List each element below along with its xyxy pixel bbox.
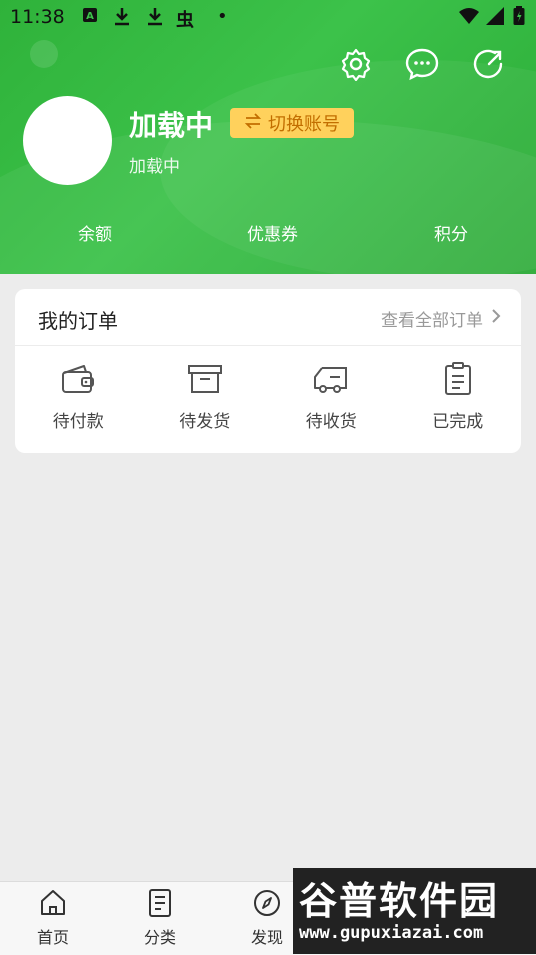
chevron-right-icon [491,308,501,329]
order-pending-payment[interactable]: 待付款 [15,359,142,439]
dot-icon: • [217,6,228,27]
order-status-list: 待付款 待发货 待收货 已完成 [15,359,521,439]
status-bar: 11:38 A 虫 • [0,0,536,36]
wifi-icon [458,6,480,31]
download-icon [146,6,164,31]
settings-icon[interactable] [338,46,374,82]
switch-account-label: 切换账号 [268,114,340,135]
nav-category[interactable]: 分类 [130,888,190,948]
nav-discover[interactable]: 发现 [237,888,297,948]
stat-coupons[interactable]: 优惠券 [247,220,298,245]
avatar[interactable] [23,96,112,185]
header-circle-decoration [30,40,58,68]
status-time: 11:38 [10,6,65,28]
message-icon[interactable] [404,46,440,82]
username: 加载中 [129,109,214,142]
orders-card: 我的订单 查看全部订单 待付款 待发货 待收货 已完成 [15,289,521,453]
view-all-orders-label: 查看全部订单 [381,311,483,331]
refresh-icon[interactable] [470,46,506,82]
account-stats: 余额 优惠券 积分 [0,220,536,250]
compass-icon [252,888,282,922]
order-pending-receipt-label: 待收货 [305,412,357,432]
order-completed-label: 已完成 [432,412,484,432]
user-subtitle: 加载中 [129,157,180,177]
truck-icon [311,359,351,399]
order-pending-receipt[interactable]: 待收货 [268,359,395,439]
signal-icon [485,6,505,31]
box-icon [185,359,225,399]
a-badge-icon: A [82,6,98,29]
header-actions [338,46,506,82]
order-pending-payment-label: 待付款 [52,412,104,432]
orders-title: 我的订单 [38,309,118,333]
home-icon [38,888,68,922]
order-pending-shipment[interactable]: 待发货 [142,359,269,439]
watermark-url: www.gupuxiazai.com [299,923,484,943]
order-completed[interactable]: 已完成 [395,359,522,439]
stat-points[interactable]: 积分 [434,220,468,245]
bug-icon: 虫 [176,10,194,31]
stat-balance[interactable]: 余额 [78,220,112,245]
battery-icon [513,6,525,31]
clipboard-icon [438,359,478,399]
order-pending-shipment-label: 待发货 [179,412,231,432]
swap-icon [244,112,262,134]
watermark-overlay: 谷普软件园 www.gupuxiazai.com [293,868,536,954]
list-icon [145,888,175,922]
nav-discover-label: 发现 [250,928,283,947]
nav-home[interactable]: 首页 [23,888,83,948]
view-all-orders-link[interactable]: 查看全部订单 [381,306,501,331]
profile-header: 11:38 A 虫 • 加载中 切换账号 加载中 余额 优惠券 积分 [0,0,536,274]
nav-home-label: 首页 [36,928,69,947]
wallet-icon [58,359,98,399]
watermark-title: 谷普软件园 [299,879,500,923]
orders-header: 我的订单 查看全部订单 [15,289,521,346]
nav-category-label: 分类 [143,928,176,947]
switch-account-button[interactable]: 切换账号 [230,108,354,138]
svg-text:A: A [86,11,94,22]
download-icon [113,6,131,31]
